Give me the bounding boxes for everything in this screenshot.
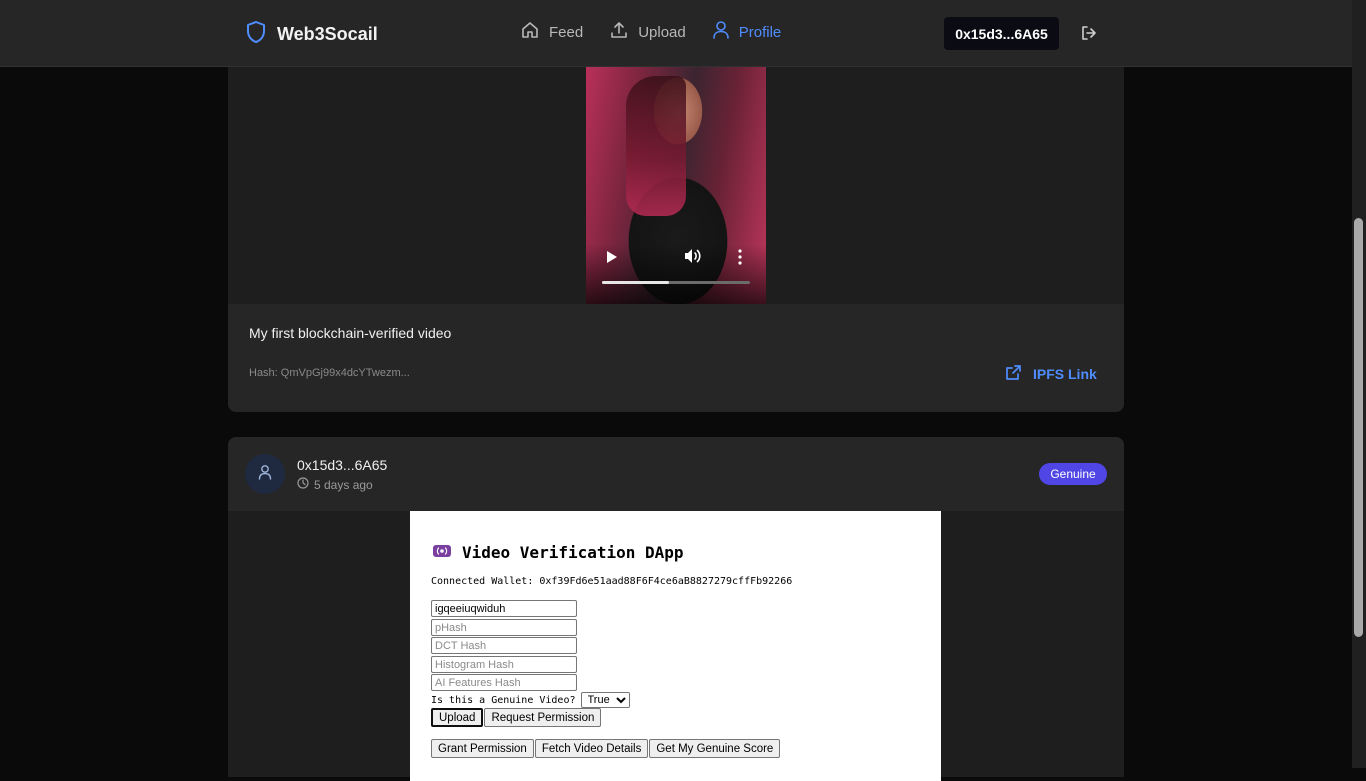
scrollbar-thumb[interactable] [1354,218,1363,637]
ipfs-link[interactable]: IPFS Link [1005,364,1097,384]
dapp-button-row: Grant Permission Fetch Video Details Get… [431,739,781,758]
video-subject [626,76,686,216]
brand[interactable]: Web3Socail [245,20,378,49]
ipfs-link-label: IPFS Link [1033,366,1097,382]
genuine-select[interactable]: True [580,692,630,708]
dapp-button-row: Upload Request Permission [431,708,602,727]
post-card: 0x15d3...6A65 5 days ago Genuine Video V… [228,437,1124,781]
grant-permission-button[interactable]: Grant Permission [431,739,534,758]
nav-profile-label: Profile [738,23,782,41]
play-icon[interactable] [606,250,618,269]
broadcast-icon [432,543,452,562]
genuine-question: Is this a Genuine Video? [431,694,576,706]
ai-features-hash-input[interactable] [431,674,577,691]
dapp-title-text: Video Verification DApp [462,543,684,562]
shield-icon [245,20,267,49]
connected-wallet: Connected Wallet: 0xf39Fd6e51aad88F6F4ce… [431,576,793,587]
post-card: My first blockchain-verified video Hash:… [228,66,1124,412]
top-navbar: Web3Socail Feed Upload Profile 0x15d3...… [0,0,1352,67]
post-caption: My first blockchain-verified video [249,325,452,341]
home-icon [520,20,540,44]
nav-feed-label: Feed [549,23,584,41]
post-time: 5 days ago [297,477,373,492]
nav-upload[interactable]: Upload [609,20,686,44]
wallet-button[interactable]: 0x15d3...6A65 [944,17,1059,50]
avatar[interactable] [245,454,285,494]
genuine-row: Is this a Genuine Video? True [431,692,630,708]
video-player[interactable] [586,66,766,304]
more-options-icon[interactable] [738,249,742,270]
request-permission-button[interactable]: Request Permission [484,708,602,727]
post-header: 0x15d3...6A65 5 days ago Genuine [228,437,1124,511]
user-icon [257,464,273,485]
brand-name: Web3Socail [277,24,378,44]
video-progress-fill [602,281,669,284]
clock-icon [297,477,309,492]
get-genuine-score-button[interactable]: Get My Genuine Score [649,739,781,758]
dct-hash-input[interactable] [431,637,577,654]
phash-input[interactable] [431,619,577,636]
post-body: My first blockchain-verified video Hash:… [228,304,1124,412]
fetch-video-details-button[interactable]: Fetch Video Details [534,739,649,758]
nav-upload-label: Upload [638,23,686,41]
post-hash: Hash: QmVpGj99x4dcYTwezm... [249,367,410,379]
dapp-embed: Video Verification DApp Connected Wallet… [410,511,941,781]
logout-icon[interactable] [1080,24,1098,47]
video-progress-bar[interactable] [602,281,750,284]
main-nav: Feed Upload Profile [520,20,781,44]
nav-profile[interactable]: Profile [712,20,782,44]
volume-icon[interactable] [684,248,702,269]
upload-icon [609,20,629,44]
nav-feed[interactable]: Feed [520,20,583,44]
external-link-icon [1005,364,1022,384]
video-id-input[interactable] [431,600,577,617]
post-time-label: 5 days ago [314,477,373,492]
dapp-title: Video Verification DApp [432,543,684,562]
post-author[interactable]: 0x15d3...6A65 [297,457,387,473]
upload-button[interactable]: Upload [431,708,484,727]
status-badge: Genuine [1039,463,1107,485]
user-icon [712,20,730,44]
histogram-hash-input[interactable] [431,656,577,673]
